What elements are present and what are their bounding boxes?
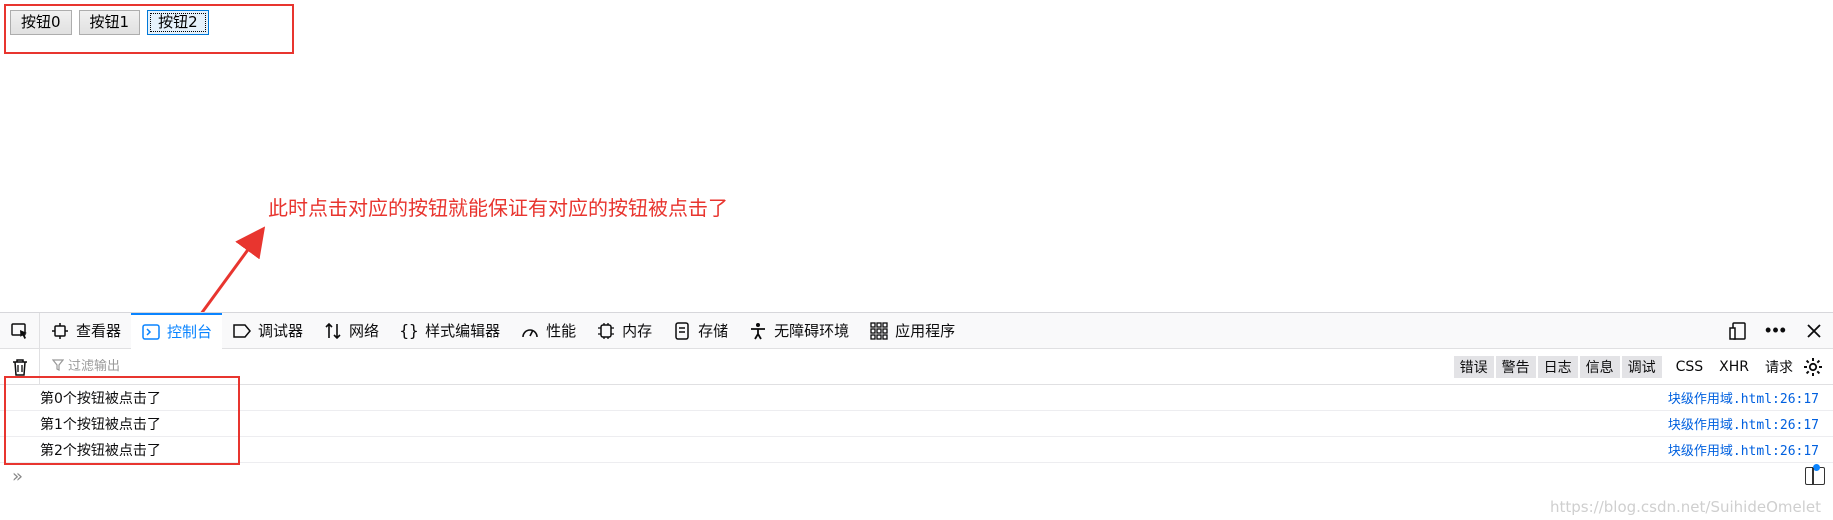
level-errors-button[interactable]: 错误 (1453, 355, 1494, 378)
tab-storage[interactable]: 存储 (662, 313, 738, 349)
type-xhr-button[interactable]: XHR (1719, 359, 1749, 375)
log-level-filters: 错误 警告 日志 信息 调试 (1453, 355, 1662, 378)
tab-console-label: 控制台 (167, 323, 213, 341)
tab-performance-label: 性能 (546, 322, 577, 340)
inspector-icon (50, 321, 70, 341)
tab-debugger-label: 调试器 (258, 322, 304, 340)
type-requests-button[interactable]: 请求 (1765, 357, 1793, 377)
accessibility-icon (748, 321, 768, 341)
console-settings-gear-icon[interactable] (1801, 355, 1825, 379)
editor-mode-toggle-icon[interactable] (1805, 464, 1825, 485)
highlight-box-logs (4, 376, 240, 465)
tab-storage-label: 存储 (698, 322, 729, 340)
log-source-link[interactable]: 块级作用域.html:26:17 (1668, 414, 1833, 433)
level-info-button[interactable]: 信息 (1579, 355, 1620, 378)
more-options-icon[interactable]: ••• (1765, 320, 1787, 342)
tabbar-right-controls: ••• (1727, 320, 1833, 342)
tab-accessibility[interactable]: 无障碍环境 (738, 313, 859, 349)
level-logs-button[interactable]: 日志 (1537, 355, 1578, 378)
tab-inspector-label: 查看器 (76, 322, 122, 340)
console-log-row: 第2个按钮被点击了 块级作用域.html:26:17 (0, 437, 1833, 463)
tab-performance[interactable]: 性能 (510, 313, 586, 349)
log-source-link[interactable]: 块级作用域.html:26:17 (1668, 388, 1833, 407)
devtools-tabbar: 查看器 控制台 调试器 网络 {} 样式编辑器 性能 内存 存储 无障碍环境 应… (0, 312, 1833, 349)
console-prompt-icon: » (12, 465, 24, 487)
watermark: https://blog.csdn.net/SuihideOmelet (1550, 498, 1821, 516)
memory-icon (596, 321, 616, 341)
console-log-list: 第0个按钮被点击了 块级作用域.html:26:17 第1个按钮被点击了 块级作… (0, 385, 1833, 463)
performance-icon (520, 321, 540, 341)
console-log-row: 第0个按钮被点击了 块级作用域.html:26:17 (0, 385, 1833, 411)
type-css-button[interactable]: CSS (1676, 359, 1704, 375)
console-icon (141, 322, 161, 342)
filter-icon (51, 358, 65, 375)
tab-inspector[interactable]: 查看器 (40, 313, 131, 349)
tab-network-label: 网络 (349, 322, 380, 340)
type-filters: CSS XHR 请求 (1676, 357, 1793, 377)
log-source-link[interactable]: 块级作用域.html:26:17 (1668, 440, 1833, 459)
tab-style-editor[interactable]: {} 样式编辑器 (389, 313, 510, 349)
filter-output-input[interactable] (68, 359, 268, 374)
tab-memory-label: 内存 (622, 322, 653, 340)
close-icon[interactable] (1803, 320, 1825, 342)
highlight-box-buttons (4, 4, 294, 54)
style-editor-icon: {} (399, 321, 419, 340)
application-icon (869, 321, 889, 341)
level-debug-button[interactable]: 调试 (1621, 355, 1662, 378)
tab-application[interactable]: 应用程序 (859, 313, 965, 349)
console-log-row: 第1个按钮被点击了 块级作用域.html:26:17 (0, 411, 1833, 437)
element-picker-icon[interactable] (0, 312, 40, 349)
tab-debugger[interactable]: 调试器 (222, 313, 313, 349)
filter-output-field[interactable] (51, 358, 268, 375)
tab-console[interactable]: 控制台 (131, 312, 223, 349)
console-input-row[interactable]: » (0, 463, 1833, 489)
tab-application-label: 应用程序 (895, 322, 956, 340)
tab-accessibility-label: 无障碍环境 (774, 322, 850, 340)
debugger-icon (232, 321, 252, 341)
network-icon (323, 321, 343, 341)
tab-memory[interactable]: 内存 (586, 313, 662, 349)
devtools-panel: 查看器 控制台 调试器 网络 {} 样式编辑器 性能 内存 存储 无障碍环境 应… (0, 312, 1833, 520)
tab-network[interactable]: 网络 (313, 313, 389, 349)
console-filterbar: 错误 警告 日志 信息 调试 CSS XHR 请求 (0, 348, 1833, 385)
storage-icon (672, 321, 692, 341)
tab-style-editor-label: 样式编辑器 (425, 322, 501, 340)
dock-side-icon[interactable] (1727, 320, 1749, 342)
annotation-text: 此时点击对应的按钮就能保证有对应的按钮被点击了 (268, 196, 728, 220)
level-warnings-button[interactable]: 警告 (1495, 355, 1536, 378)
editor-notification-dot (1813, 464, 1820, 471)
